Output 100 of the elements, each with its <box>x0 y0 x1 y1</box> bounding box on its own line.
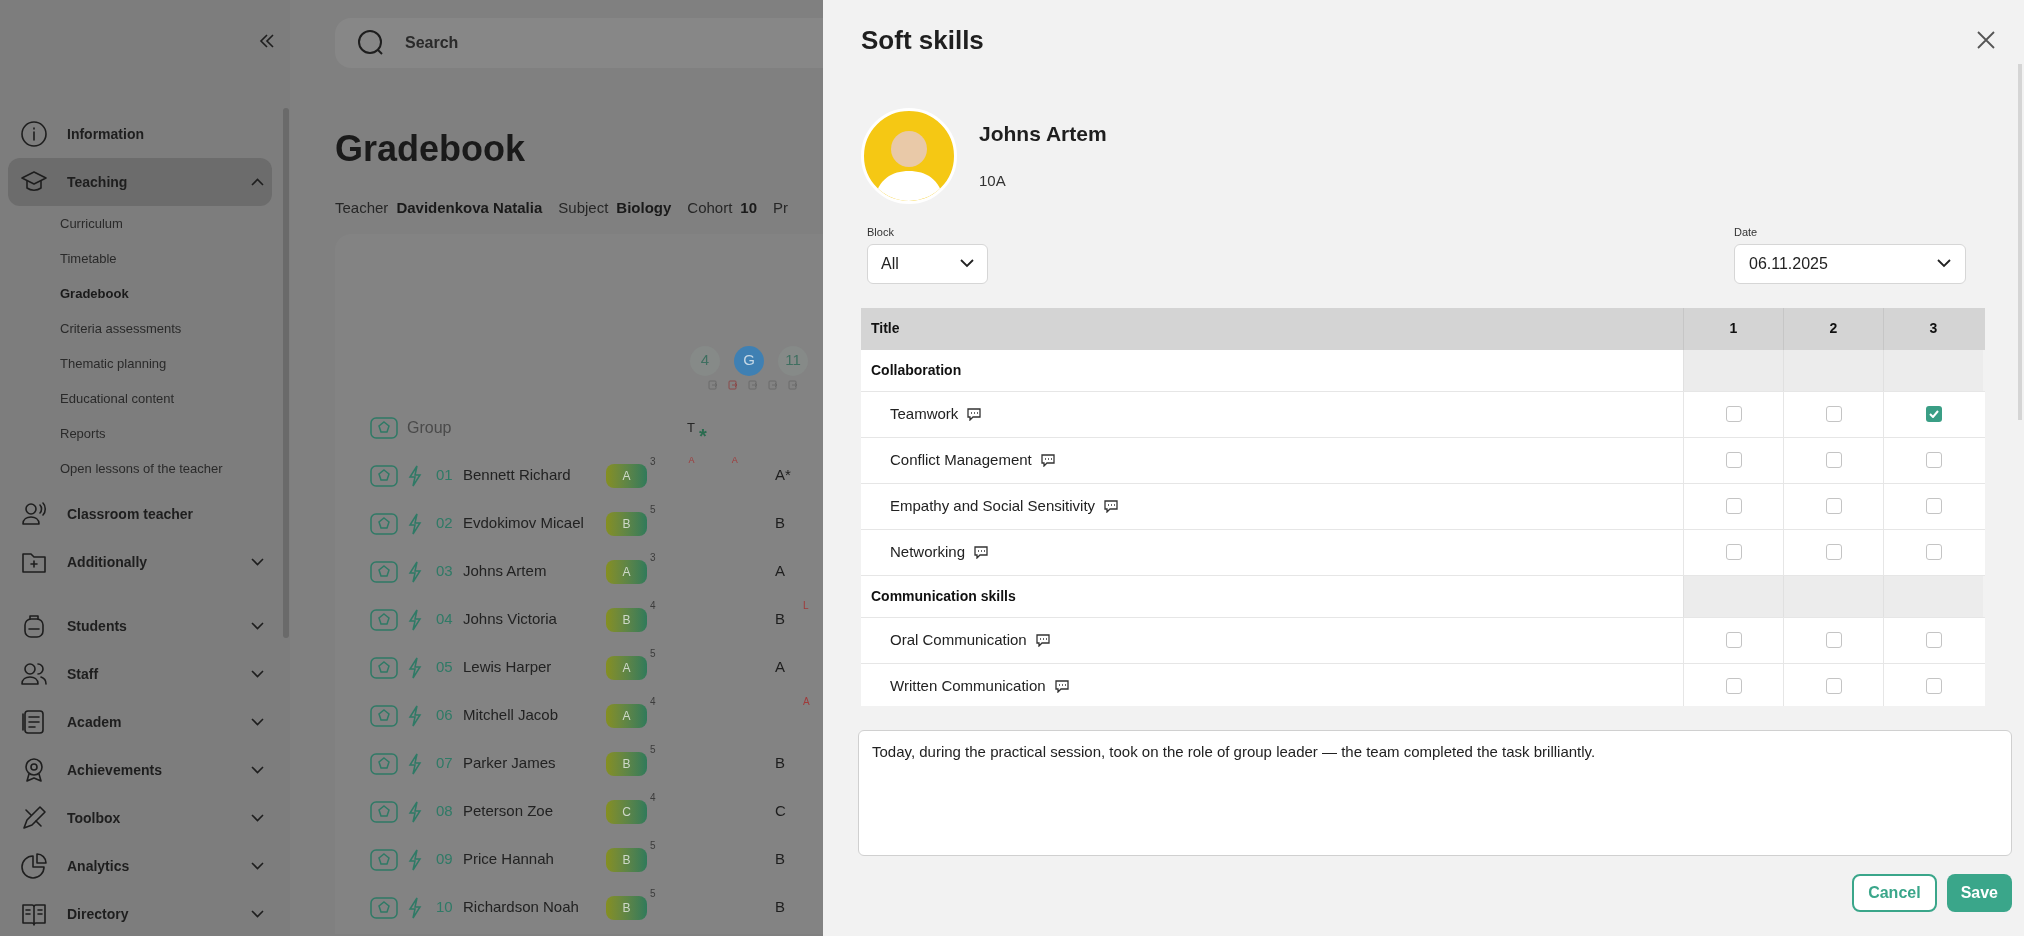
meta-value: Davidenkova Natalia <box>396 198 543 218</box>
column-header: T <box>687 418 695 437</box>
student-name[interactable]: Johns Victoria <box>463 608 606 631</box>
checkbox[interactable] <box>1725 632 1742 648</box>
cancel-button[interactable]: Cancel <box>1852 873 1937 912</box>
lightning-icon[interactable] <box>408 464 422 487</box>
final-grade: A <box>775 561 785 582</box>
mark-count: 5 <box>650 742 657 757</box>
lightning-icon[interactable] <box>408 656 422 679</box>
lightning-icon[interactable] <box>408 512 422 535</box>
student-name[interactable]: Price Hannah <box>463 848 606 871</box>
lightning-icon[interactable] <box>408 896 422 919</box>
lightning-icon[interactable] <box>408 608 422 631</box>
lightning-icon[interactable] <box>408 704 422 727</box>
sidebar-subitem[interactable]: Educational content <box>60 388 175 409</box>
sidebar-item[interactable]: Achievements <box>8 746 272 794</box>
comment-icon[interactable] <box>1040 453 1055 467</box>
lightning-icon[interactable] <box>408 560 422 583</box>
student-name[interactable]: Bennett Richard <box>463 464 606 487</box>
sidebar-subitem[interactable]: Curriculum <box>60 213 123 234</box>
arrow-box-icon[interactable] <box>728 379 738 390</box>
lightning-icon[interactable] <box>408 752 422 775</box>
checkbox[interactable] <box>1825 632 1842 648</box>
sidebar-subitem[interactable]: Criteria assessments <box>60 318 182 339</box>
sidebar-item[interactable]: Students <box>8 602 272 650</box>
comment-icon[interactable] <box>967 407 982 421</box>
checkbox[interactable] <box>1925 406 1942 422</box>
row-number: 07 <box>436 753 454 774</box>
block-select[interactable]: All <box>867 243 988 284</box>
checkbox[interactable] <box>1825 544 1842 560</box>
sidebar-item[interactable]: Toolbox <box>8 794 272 842</box>
student-name[interactable]: Parker James <box>463 752 606 775</box>
sidebar-subitem[interactable]: Open lessons of the teacher <box>60 458 223 479</box>
collapse-icon[interactable] <box>258 32 276 50</box>
row-number: 03 <box>436 561 454 582</box>
lesson-badge[interactable]: G <box>734 345 764 376</box>
student-name[interactable]: Richardson Noah <box>463 896 606 919</box>
checkbox[interactable] <box>1825 498 1842 514</box>
arrow-box-icon[interactable] <box>768 379 778 390</box>
sidebar-item[interactable]: Additionally <box>8 538 272 586</box>
checkbox[interactable] <box>1725 406 1742 422</box>
row-number: 04 <box>436 609 454 630</box>
sidebar-item[interactable]: Information <box>8 110 272 158</box>
student-name[interactable]: Lewis Harper <box>463 656 606 679</box>
row-number: 09 <box>436 849 454 870</box>
sidebar-subitem[interactable]: Gradebook <box>60 283 129 304</box>
close-icon[interactable] <box>1976 30 1996 50</box>
absence-mark: L <box>803 598 809 613</box>
meta-value: 10 <box>740 198 758 218</box>
comment-icon[interactable] <box>1054 679 1069 693</box>
arrow-box-icon[interactable] <box>748 379 758 390</box>
sidebar-item[interactable]: Analytics <box>8 842 272 890</box>
group-title: Collaboration <box>861 349 1683 391</box>
student-name[interactable]: Evdokimov Micael <box>463 512 606 535</box>
sidebar-item[interactable]: Teaching <box>8 158 272 206</box>
final-grade: B <box>775 609 785 630</box>
comment-icon[interactable] <box>1104 499 1119 513</box>
checkbox[interactable] <box>1925 544 1942 560</box>
grade-badge: B <box>606 751 647 776</box>
checkbox[interactable] <box>1925 678 1942 694</box>
sidebar-subitem[interactable]: Reports <box>60 423 106 444</box>
chevron-down-icon <box>251 814 264 822</box>
checkbox[interactable] <box>1725 452 1742 468</box>
checkbox[interactable] <box>1925 498 1942 514</box>
search-icon <box>357 29 385 57</box>
sidebar-item[interactable]: Classroom teacher <box>8 490 272 538</box>
sidebar-subitem[interactable]: Thematic planning <box>60 353 167 374</box>
sidebar-item[interactable]: Directory <box>8 890 272 936</box>
final-grade: B <box>775 753 785 774</box>
comment-field[interactable]: Today, during the practical session, took on the role of group leader — the team completed the task brilliantly. <box>858 729 2012 856</box>
checkbox[interactable] <box>1825 452 1842 468</box>
search-field[interactable]: Search <box>335 18 823 68</box>
checkbox[interactable] <box>1725 498 1742 514</box>
checkbox[interactable] <box>1825 406 1842 422</box>
date-select[interactable]: 06.11.2025 <box>1734 243 1966 284</box>
checkbox[interactable] <box>1725 544 1742 560</box>
checkbox[interactable] <box>1925 452 1942 468</box>
chevron-down-icon <box>251 718 264 726</box>
checkbox[interactable] <box>1725 678 1742 694</box>
arrow-box-icon[interactable] <box>788 379 798 390</box>
comment-icon[interactable] <box>974 545 989 559</box>
group-title: Communication skills <box>861 575 1683 617</box>
lightning-icon[interactable] <box>408 848 422 871</box>
student-name[interactable]: Johns Artem <box>463 560 606 583</box>
student-name[interactable]: Mitchell Jacob <box>463 704 606 727</box>
comment-icon[interactable] <box>1035 633 1050 647</box>
lightning-icon[interactable] <box>408 800 422 823</box>
meta-value: Biology <box>616 198 672 218</box>
sidebar-item[interactable]: Staff <box>8 650 272 698</box>
sidebar-item[interactable]: Academ <box>8 698 272 746</box>
save-button[interactable]: Save <box>1946 873 2012 912</box>
student-name[interactable]: Peterson Zoe <box>463 800 606 823</box>
row-number: 01 <box>436 465 454 486</box>
absence-mark: A <box>731 453 739 467</box>
arrow-box-icon[interactable] <box>708 379 718 390</box>
sidebar-subitem[interactable]: Timetable <box>60 248 117 269</box>
grade-badge: B <box>606 847 647 872</box>
meta-label: Teacher <box>335 198 389 218</box>
checkbox[interactable] <box>1825 678 1842 694</box>
checkbox[interactable] <box>1925 632 1942 648</box>
